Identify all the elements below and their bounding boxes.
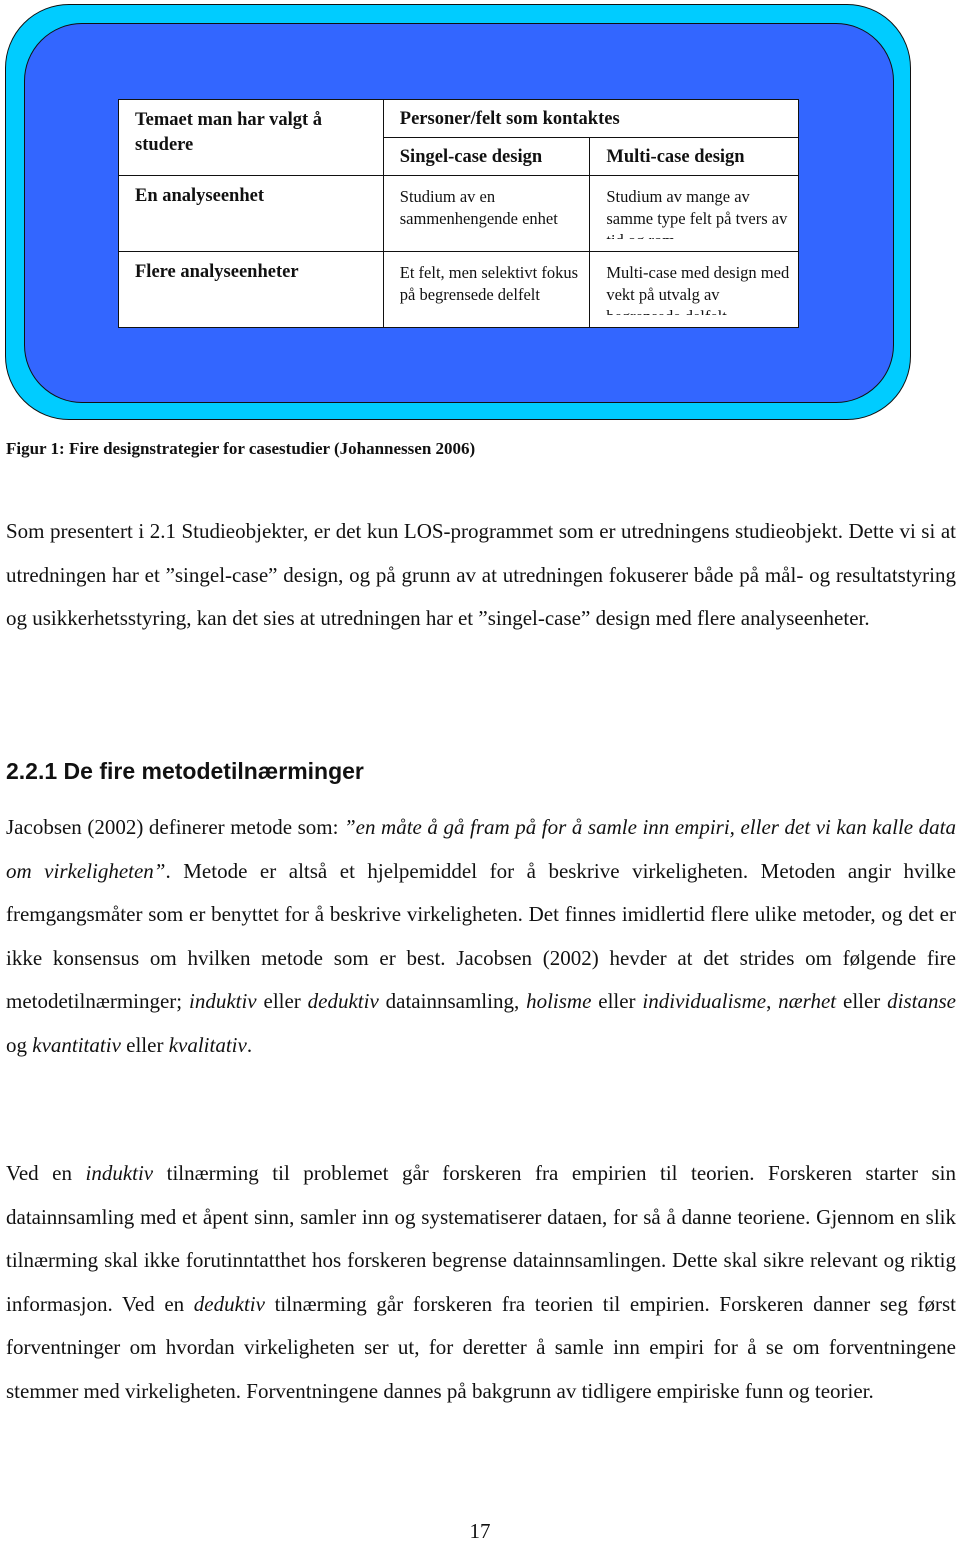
text-run: eller — [120, 1032, 169, 1057]
emphasis-term: kvalitativ — [168, 1032, 247, 1057]
emphasis-term: induktiv — [188, 989, 257, 1013]
table-cell: Et felt, men selektivt fokus på begrense… — [382, 251, 591, 328]
cell-text: Studium av en sammenhengende enhet — [399, 187, 558, 228]
column-header-multi: Multi-case design — [589, 137, 799, 176]
table-cell: Studium av en sammenhengende enhet — [382, 175, 591, 252]
text-run: datainnsamling, — [378, 989, 527, 1013]
paragraph-method-definition: Jacobsen (2002) definerer metode som: ”e… — [6, 806, 956, 1067]
group-header-text: Personer/felt som kontaktes — [399, 109, 620, 129]
emphasis-term: kvantitativ — [32, 1032, 121, 1057]
text-run: eller — [591, 989, 643, 1013]
figure-caption: Figur 1: Fire designstrategier for cases… — [6, 439, 476, 458]
table-corner-header: Temaet man har valgt å studere — [118, 99, 384, 176]
text-run: eller — [256, 989, 308, 1013]
table-row: En analyseenhet Studium av en sammenheng… — [118, 175, 799, 252]
section-heading: 2.2.1 De fire metodetilnærminger — [6, 758, 364, 784]
row-header: En analyseenhet — [118, 175, 384, 252]
text-run: og — [6, 1032, 33, 1057]
emphasis-term: holisme — [526, 989, 592, 1013]
row-header: Flere analyseenheter — [118, 251, 384, 328]
paragraph-intro: Som presentert i 2.1 Studieobjekter, er … — [6, 519, 956, 630]
cell-text: Multi-case med design med vekt på utvalg… — [606, 263, 790, 315]
column-header-text: Multi-case design — [606, 147, 745, 167]
corner-header-text: Temaet man har valgt å studere — [135, 110, 323, 155]
column-header-singel: Singel-case design — [382, 137, 591, 176]
paragraph-inductive-deductive: Ved en induktiv tilnærming til problemet… — [6, 1152, 956, 1413]
column-header-text: Singel-case design — [399, 147, 543, 167]
cell-text: Studium av mange av samme type felt på t… — [606, 187, 788, 239]
row-header-text: Flere analyseenheter — [135, 262, 299, 282]
table-row: Flere analyseenheter Et felt, men selekt… — [118, 251, 799, 328]
emphasis-term: deduktiv — [193, 1291, 265, 1316]
text-run: eller — [836, 989, 888, 1013]
emphasis-term: individualisme — [642, 989, 767, 1013]
emphasis-term: distanse — [887, 989, 956, 1013]
emphasis-term: deduktiv — [307, 989, 379, 1013]
page-number: 17 — [469, 1519, 491, 1543]
table-group-header: Personer/felt som kontaktes — [382, 99, 800, 138]
design-strategies-table: Temaet man har valgt å studere Personer/… — [118, 99, 800, 328]
table-cell: Multi-case med design med vekt på utvalg… — [589, 251, 799, 328]
text-run: . — [246, 1032, 253, 1057]
cell-text: Et felt, men selektivt fokus på begrense… — [399, 263, 579, 304]
emphasis-term: nærhet — [778, 989, 837, 1013]
emphasis-term: induktiv — [85, 1161, 154, 1185]
table-cell: Studium av mange av samme type felt på t… — [589, 175, 799, 252]
text-run: Ved en — [6, 1161, 86, 1185]
text-run: , — [766, 989, 779, 1013]
text-run: Jacobsen (2002) definerer metode som: — [6, 815, 344, 839]
row-header-text: En analyseenhet — [135, 186, 265, 206]
